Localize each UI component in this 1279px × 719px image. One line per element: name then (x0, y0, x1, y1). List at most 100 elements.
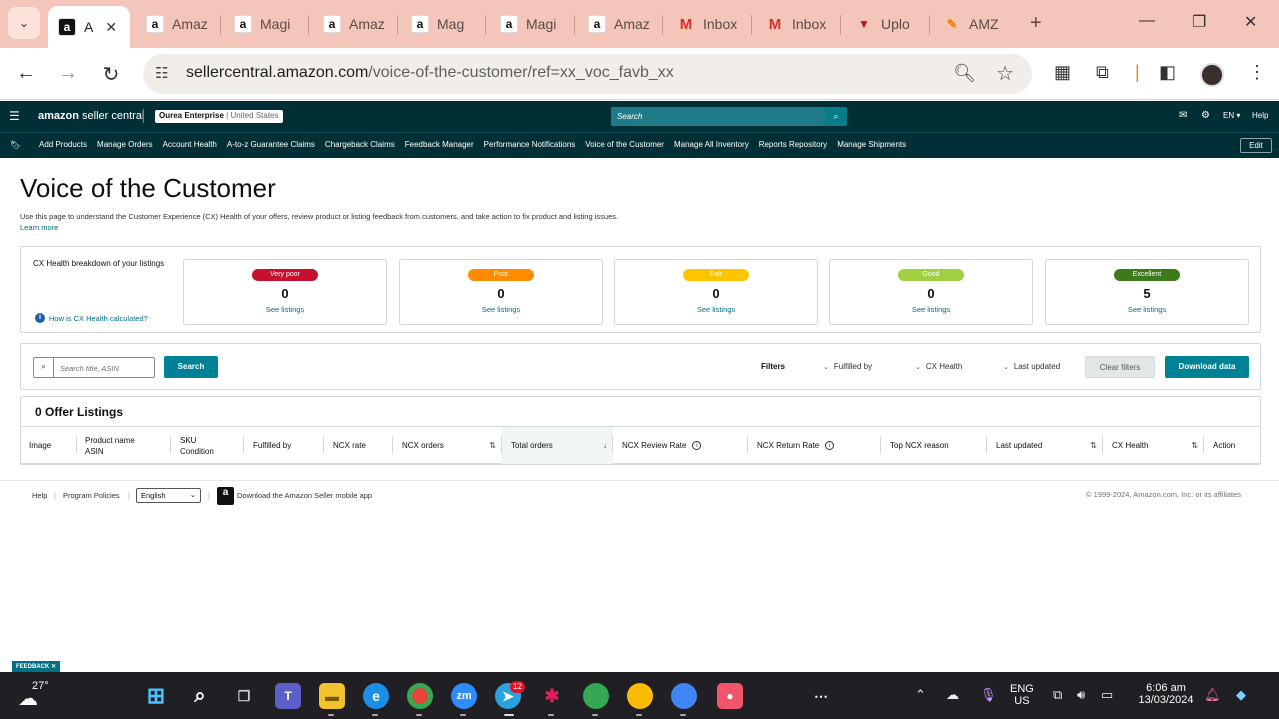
col-total-orders[interactable]: Total orders ↓ (502, 427, 613, 464)
learn-more-link[interactable]: Learn more (20, 223, 58, 232)
cx-health-dropdown[interactable]: ⌄ CX Health (915, 362, 962, 371)
tab-9[interactable]: ▼ Uplo (845, 6, 925, 42)
col-ncx-review-rate[interactable]: NCX Review Rate i (613, 427, 748, 464)
windows-start-icon[interactable]: ⊞ (143, 683, 169, 709)
zoom-app-icon[interactable]: zm (451, 683, 477, 709)
edit-nav-button[interactable]: Edit (1240, 138, 1272, 153)
teams-icon[interactable]: T (275, 683, 301, 709)
slack-icon[interactable]: ✱ (539, 683, 565, 709)
col-ncx-rate[interactable]: NCX rate (324, 427, 393, 464)
profile-avatar[interactable] (1200, 63, 1224, 87)
col-last-updated[interactable]: Last updated ⇅ (987, 427, 1103, 464)
tab-3[interactable]: a Amaz (313, 6, 393, 42)
tab-2[interactable]: a Magi (224, 6, 304, 42)
kebab-menu-icon[interactable]: ⋮ (1248, 62, 1266, 83)
help-link[interactable]: Help (1252, 111, 1268, 120)
feedback-button[interactable]: FEEDBACK ✕ (12, 661, 61, 672)
input-language[interactable]: ENG US (1010, 683, 1034, 707)
nav-item[interactable]: Voice of the Customer (585, 140, 664, 149)
clear-filters-button[interactable]: Clear filters (1085, 356, 1155, 378)
more-apps-icon[interactable]: ⋯ (808, 683, 834, 709)
bookmark-star-icon[interactable]: ☆ (996, 61, 1014, 86)
asana-icon[interactable]: ● (717, 683, 743, 709)
copilot-icon[interactable]: ◆ (1236, 687, 1246, 703)
chrome-profile-icon[interactable] (671, 683, 697, 709)
network-icon[interactable]: ☁ (946, 687, 959, 703)
nav-item[interactable]: Manage Shipments (837, 140, 906, 149)
minimize-icon[interactable]: — (1139, 12, 1155, 30)
tab-search-chevron-icon[interactable]: ⌄ (8, 7, 40, 39)
see-listings-link[interactable]: See listings (830, 305, 1032, 314)
forward-arrow-icon[interactable]: → (56, 62, 80, 85)
nav-item[interactable]: Manage Orders (97, 140, 153, 149)
nav-item[interactable]: Account Health (163, 140, 217, 149)
nav-item[interactable]: Reports Repository (759, 140, 827, 149)
cx-how-link[interactable]: i How is CX Health calculated? (35, 313, 148, 323)
taskbar-search-icon[interactable]: ⌕ (187, 683, 213, 709)
nav-item[interactable]: Manage All Inventory (674, 140, 749, 149)
extensions-puzzle-icon[interactable]: ⧉ (1096, 62, 1109, 83)
address-bar[interactable]: ☷ sellercentral.amazon.com/voice-of-the-… (143, 54, 1032, 94)
listing-search-input[interactable]: ⌕ Search title, ASIN (33, 357, 155, 378)
tab-0[interactable]: a A ✕ (48, 6, 130, 48)
see-listings-link[interactable]: See listings (184, 305, 386, 314)
fulfilled-by-dropdown[interactable]: ⌄ Fulfilled by (823, 362, 872, 371)
col-product-name[interactable]: Product name ASIN (77, 427, 171, 464)
mail-icon[interactable]: ✉ (1179, 110, 1187, 121)
footer-language-select[interactable]: English ⌄ (136, 488, 201, 503)
search-button[interactable]: Search (164, 356, 218, 378)
reload-icon[interactable]: ↻ (99, 62, 123, 87)
col-fulfilled-by[interactable]: Fulfilled by (244, 427, 324, 464)
download-app-link[interactable]: Download the Amazon Seller mobile app (237, 491, 372, 500)
tray-chevron-up-icon[interactable]: ⌃ (915, 687, 926, 703)
tab-5[interactable]: a Magi (490, 6, 570, 42)
nav-item[interactable]: Feedback Manager (405, 140, 474, 149)
tab-10[interactable]: ✎ AMZ (933, 6, 1013, 42)
col-cx-health[interactable]: CX Health ⇅ (1103, 427, 1204, 464)
program-policies-link[interactable]: Program Policies (63, 491, 120, 500)
col-ncx-return-rate[interactable]: NCX Return Rate i (748, 427, 881, 464)
footer-help-link[interactable]: Help (32, 491, 47, 500)
bookmark-icon[interactable]: 🔖︎ (10, 140, 21, 151)
site-settings-icon[interactable]: ☷ (155, 64, 168, 82)
nav-item[interactable]: Performance Notifications (484, 140, 576, 149)
task-view-icon[interactable]: ❐ (231, 683, 257, 709)
see-listings-link[interactable]: See listings (400, 305, 602, 314)
nav-item[interactable]: A-to-z Guarantee Claims (227, 140, 315, 149)
chrome-profile-icon[interactable] (583, 683, 609, 709)
microphone-icon[interactable]: 🎙︎ (980, 687, 997, 703)
close-window-icon[interactable]: ✕ (1244, 12, 1257, 32)
display-icon[interactable]: ⧉ (1053, 687, 1062, 703)
global-search-input[interactable]: Search (611, 107, 825, 126)
new-tab-plus-icon[interactable]: + (1030, 12, 1042, 35)
battery-icon[interactable]: ▭ (1101, 687, 1113, 703)
see-listings-link[interactable]: See listings (1046, 305, 1248, 314)
last-updated-dropdown[interactable]: ⌄ Last updated (1003, 362, 1060, 371)
nav-item[interactable]: Add Products (39, 140, 87, 149)
back-arrow-icon[interactable]: ← (14, 62, 38, 85)
qr-code-icon[interactable]: ▦ (1054, 62, 1071, 83)
gear-icon[interactable]: ⚙ (1201, 110, 1210, 121)
global-search-icon[interactable]: ⌕ (825, 107, 847, 126)
clock[interactable]: 6:06 am 13/03/2024 (1132, 682, 1200, 706)
chrome-icon[interactable] (407, 683, 433, 709)
col-sku[interactable]: SKU Condition (171, 427, 244, 464)
language-selector[interactable]: EN ▾ (1223, 111, 1240, 120)
tab-4[interactable]: a Mag (401, 6, 481, 42)
tab-1[interactable]: a Amaz (136, 6, 216, 42)
nav-item[interactable]: Chargeback Claims (325, 140, 395, 149)
close-tab-icon[interactable]: ✕ (105, 19, 117, 36)
zoom-magnifier-icon[interactable]: 🔍︎ (953, 63, 976, 84)
restore-window-icon[interactable]: ❐ (1192, 12, 1206, 32)
tab-7[interactable]: M Inbox (667, 6, 747, 42)
file-explorer-icon[interactable]: ▬ (319, 683, 345, 709)
see-listings-link[interactable]: See listings (615, 305, 817, 314)
col-ncx-orders[interactable]: NCX orders ⇅ (393, 427, 502, 464)
tab-8[interactable]: M Inbox (756, 6, 836, 42)
volume-icon[interactable]: 🔊︎ (1077, 687, 1085, 703)
seller-central-logo[interactable]: amazon seller central (38, 110, 144, 122)
edge-icon[interactable]: e (363, 683, 389, 709)
notification-bell-icon[interactable]: 🔔︎ (1204, 687, 1221, 703)
chrome-profile-icon[interactable] (627, 683, 653, 709)
download-data-button[interactable]: Download data (1165, 356, 1249, 378)
